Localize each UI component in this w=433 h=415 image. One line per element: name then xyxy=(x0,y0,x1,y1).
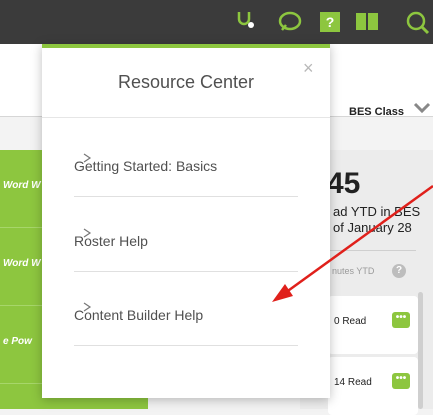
more-button[interactable]: ••• xyxy=(392,373,410,389)
help-icon[interactable]: ? xyxy=(320,12,340,32)
resource-item-label: Getting Started: Basics xyxy=(74,158,218,174)
resource-item[interactable]: Roster Help xyxy=(74,228,298,272)
top-bar: ? xyxy=(0,0,433,44)
help-circle-icon[interactable]: ? xyxy=(392,264,406,278)
sidebar-item-label: e Pow xyxy=(3,336,32,347)
resource-item-label: Roster Help xyxy=(74,233,148,249)
stat-line: ad YTD in BES xyxy=(333,204,421,219)
close-icon[interactable]: × xyxy=(303,58,314,79)
chat-bubble-icon[interactable] xyxy=(277,10,303,34)
chevron-down-icon[interactable] xyxy=(413,101,431,115)
scrollbar[interactable] xyxy=(418,292,423,409)
divider xyxy=(328,250,416,251)
read-row: 0 Read ••• xyxy=(328,296,418,354)
stat-number: 45 xyxy=(327,167,361,200)
resource-item[interactable]: Content Builder Help xyxy=(74,302,298,346)
resource-item[interactable]: Getting Started: Basics xyxy=(74,153,298,197)
resource-center-modal: Resource Center × Getting Started: Basic… xyxy=(42,44,330,398)
stat-line: of January 28 xyxy=(333,220,412,235)
book-icon[interactable] xyxy=(355,10,379,34)
divider xyxy=(42,117,330,118)
sidebar-item-label: Word W xyxy=(3,180,41,191)
read-count: 14 Read xyxy=(334,377,372,388)
resource-item-label: Content Builder Help xyxy=(74,307,204,323)
modal-title: Resource Center xyxy=(117,72,255,92)
search-icon[interactable] xyxy=(404,10,430,36)
sidebar-item-label: Word W xyxy=(3,258,41,269)
read-row: 14 Read ••• xyxy=(328,357,418,415)
stethoscope-icon[interactable] xyxy=(236,10,256,34)
class-selector[interactable]: BES Class xyxy=(349,106,404,118)
minutes-label: nutes YTD xyxy=(332,266,375,276)
read-count: 0 Read xyxy=(334,316,367,327)
more-button[interactable]: ••• xyxy=(392,312,410,328)
